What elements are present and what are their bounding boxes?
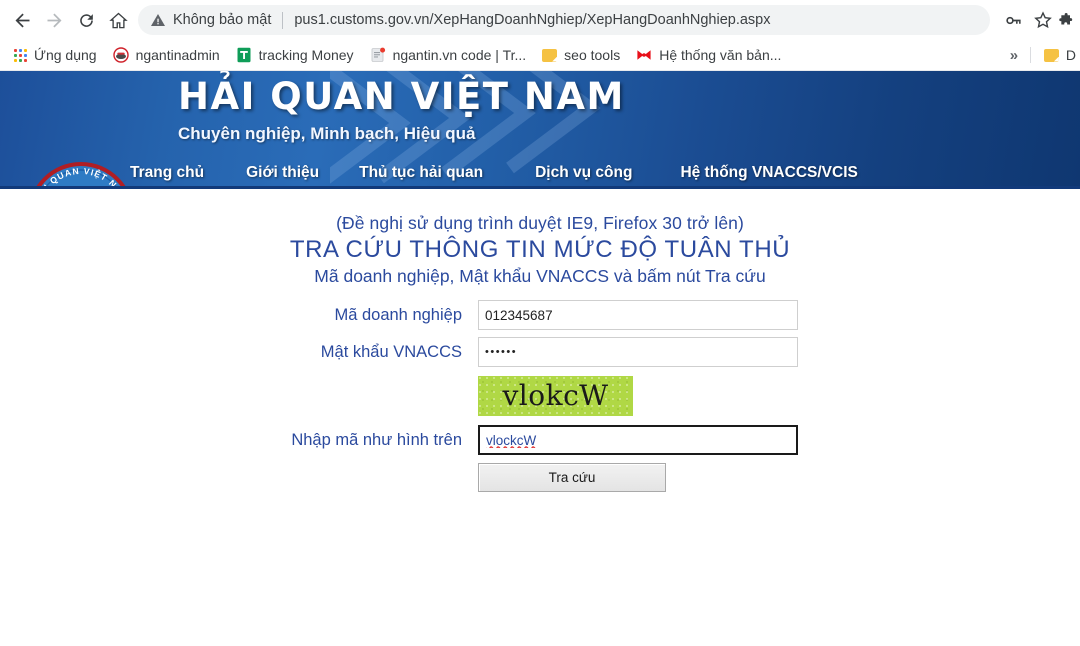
bookmark-item-ngantinadmin[interactable]: ngantinadmin xyxy=(105,43,228,67)
form-row-company-code: Mã doanh nghiệp xyxy=(260,300,820,330)
site-favicon-red-icon xyxy=(112,47,129,63)
form-row-vnaccs-password: Mật khẩu VNACCS xyxy=(260,337,820,367)
bookmark-item-trailing-folder[interactable]: D xyxy=(1036,43,1076,67)
page-title: TRA CỨU THÔNG TIN MỨC ĐỘ TUÂN THỦ xyxy=(289,236,791,263)
home-icon xyxy=(108,12,128,28)
site-slogan: Chuyên nghiệp, Minh bạch, Hiệu quả xyxy=(178,124,476,143)
warning-triangle-icon xyxy=(151,14,165,26)
hai-quan-viet-nam-emblem: HẢI QUAN VIỆT NAM VIETNAM CUSTOMS xyxy=(33,162,128,186)
captcha-image[interactable]: vlokcW xyxy=(478,376,633,416)
browser-toolbar: Không bảo mật pus1.customs.gov.vn/XepHan… xyxy=(0,0,1080,40)
company-code-label: Mã doanh nghiệp xyxy=(334,305,462,324)
nav-item-gioi-thieu[interactable]: Giới thiệu xyxy=(246,164,319,182)
form-row-submit: Tra cứu xyxy=(260,463,820,492)
bookmark-item-ngantin-code[interactable]: ngantin.vn code | Tr... xyxy=(362,43,535,67)
red-bowtie-icon xyxy=(637,50,651,60)
browser-support-notice: (Đề nghị sử dụng trình duyệt IE9, Firefo… xyxy=(336,213,744,233)
form-row-captcha-image: vlokcW xyxy=(260,376,820,416)
nav-item-he-thong-vnaccs-vcis[interactable]: Hệ thống VNACCS/VCIS xyxy=(680,164,857,182)
bookmark-label: Hệ thống văn bản... xyxy=(659,47,782,63)
security-label: Không bảo mật xyxy=(173,12,272,28)
form-fields: Mã doanh nghiệp Mật khẩu VNACCS vlokcW xyxy=(260,300,820,492)
form-row-captcha-answer: Nhập mã như hình trên xyxy=(260,425,820,455)
bookmark-star-icon xyxy=(1034,11,1052,29)
banner-title-block: HẢI QUAN VIỆT NAM Chuyên nghiệp, Minh bạ… xyxy=(178,78,625,144)
bookmark-item-seo-tools[interactable]: seo tools xyxy=(534,43,628,67)
back-button[interactable] xyxy=(6,4,38,36)
google-sheets-icon xyxy=(237,47,251,63)
vnaccs-password-input[interactable] xyxy=(478,337,798,367)
folder-icon xyxy=(542,48,558,62)
reload-button[interactable] xyxy=(70,4,102,36)
password-manager-button[interactable] xyxy=(998,5,1028,35)
arrow-left-icon xyxy=(15,13,29,27)
bookmark-label: seo tools xyxy=(564,47,621,63)
bookmark-label: D xyxy=(1065,47,1076,63)
browser-chrome: Không bảo mật pus1.customs.gov.vn/XepHan… xyxy=(0,0,1080,71)
site-banner: HẢI QUAN VIỆT NAM VIETNAM CUSTOMS HẢI QU… xyxy=(0,71,1080,189)
home-button[interactable] xyxy=(102,4,134,36)
bookmark-label: ngantin.vn code | Tr... xyxy=(392,47,527,63)
extensions-puzzle-icon xyxy=(1059,12,1073,24)
bookmark-apps[interactable]: Ứng dụng xyxy=(6,43,105,67)
site-security-chip[interactable]: Không bảo mật xyxy=(150,12,271,28)
site-nav: Trang chủ Giới thiệu Thủ tục hải quan Dị… xyxy=(130,164,858,182)
captcha-text: vlokcW xyxy=(502,379,609,412)
bookmark-item-he-thong-van-ban[interactable]: Hệ thống văn bản... xyxy=(628,43,789,67)
doc-notification-icon xyxy=(371,47,385,62)
bookmarks-overflow-button[interactable]: » xyxy=(1003,43,1025,67)
bookmark-item-tracking-money[interactable]: tracking Money xyxy=(228,43,362,67)
nav-item-thu-tuc-hai-quan[interactable]: Thủ tục hải quan xyxy=(359,164,483,182)
url-text: pus1.customs.gov.vn/XepHangDoanhNghiep/X… xyxy=(294,12,771,28)
omnibox-divider xyxy=(282,11,284,29)
extensions-button[interactable] xyxy=(1058,5,1074,35)
submit-button[interactable]: Tra cứu xyxy=(478,463,666,492)
lookup-form: (Đề nghị sử dụng trình duyệt IE9, Firefo… xyxy=(0,189,1080,492)
bookmarks-bar: Ứng dụng ngantinadmin tracking Money nga… xyxy=(0,40,1080,71)
page-instructions: Mã doanh nghiệp, Mật khẩu VNACCS và bấm … xyxy=(314,266,766,286)
captcha-answer-input[interactable] xyxy=(478,425,798,455)
company-code-input[interactable] xyxy=(478,300,798,330)
captcha-answer-label: Nhập mã như hình trên xyxy=(291,430,462,449)
site-title: HẢI QUAN VIỆT NAM xyxy=(178,75,625,118)
vnaccs-password-label: Mật khẩu VNACCS xyxy=(320,342,462,361)
address-bar[interactable]: Không bảo mật pus1.customs.gov.vn/XepHan… xyxy=(138,5,990,35)
bookmark-label: Ứng dụng xyxy=(34,47,97,63)
nav-item-dich-vu-cong[interactable]: Dịch vụ công xyxy=(535,164,632,182)
bookmarks-separator xyxy=(1029,47,1031,63)
nav-item-trang-chu[interactable]: Trang chủ xyxy=(130,164,204,182)
bookmark-label: ngantinadmin xyxy=(135,47,220,63)
forward-button[interactable] xyxy=(38,4,70,36)
reload-icon xyxy=(79,13,93,27)
password-key-icon xyxy=(1005,16,1021,24)
bookmark-label: tracking Money xyxy=(258,47,354,63)
folder-icon xyxy=(1043,48,1059,62)
arrow-right-icon xyxy=(47,13,61,27)
page-body: (Đề nghị sử dụng trình duyệt IE9, Firefo… xyxy=(0,189,1080,646)
apps-grid-icon xyxy=(14,48,27,62)
bookmark-button[interactable] xyxy=(1028,5,1058,35)
